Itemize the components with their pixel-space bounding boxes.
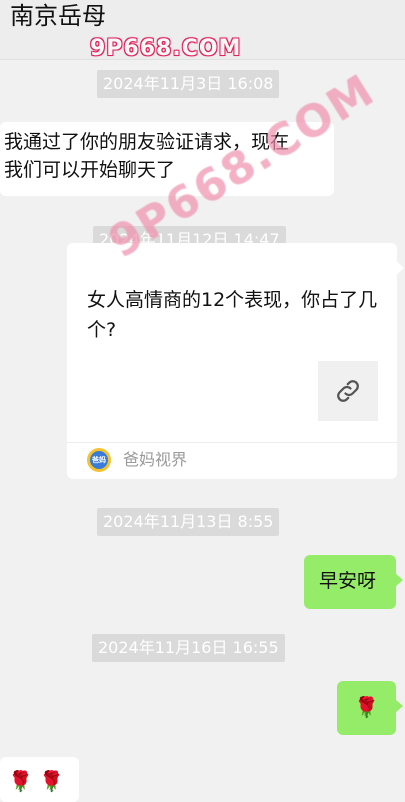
message-text: 我通过了你的朋友验证请求，现在	[4, 131, 290, 153]
timestamp: 2024年11月16日 16:55	[92, 634, 285, 662]
message-text: 我们可以开始聊天了	[4, 159, 176, 181]
timestamp: 2024年11月13日 8:55	[97, 508, 280, 536]
link-card-message[interactable]: 女人高情商的12个表现，你占了几个? 爸妈 爸妈视界	[67, 243, 404, 479]
link-divider	[67, 442, 397, 443]
message-bubble-sent[interactable]: 🌹	[337, 681, 403, 735]
link-source-name: 爸妈视界	[123, 450, 188, 469]
message-text: 早安呀	[319, 570, 377, 592]
source-logo-text: 爸妈	[90, 451, 108, 469]
message-bubble-received[interactable]: 我通过了你的朋友验证请求，现在 我们可以开始聊天了	[0, 122, 334, 196]
message-bubble-received[interactable]: 🌹 🌹	[0, 757, 79, 802]
chat-title: 南京岳母	[10, 2, 106, 30]
link-icon	[337, 380, 359, 402]
rose-emoji: 🌹	[354, 695, 379, 719]
source-logo: 爸妈	[87, 448, 111, 472]
watermark-top: 9P668.COM	[90, 36, 242, 61]
rose-emoji: 🌹 🌹	[8, 769, 65, 793]
timestamp: 2024年11月3日 16:08	[97, 70, 280, 98]
message-bubble-sent[interactable]: 早安呀	[304, 555, 403, 609]
link-title: 女人高情商的12个表现，你占了几个?	[87, 289, 378, 341]
link-thumbnail	[318, 361, 378, 421]
